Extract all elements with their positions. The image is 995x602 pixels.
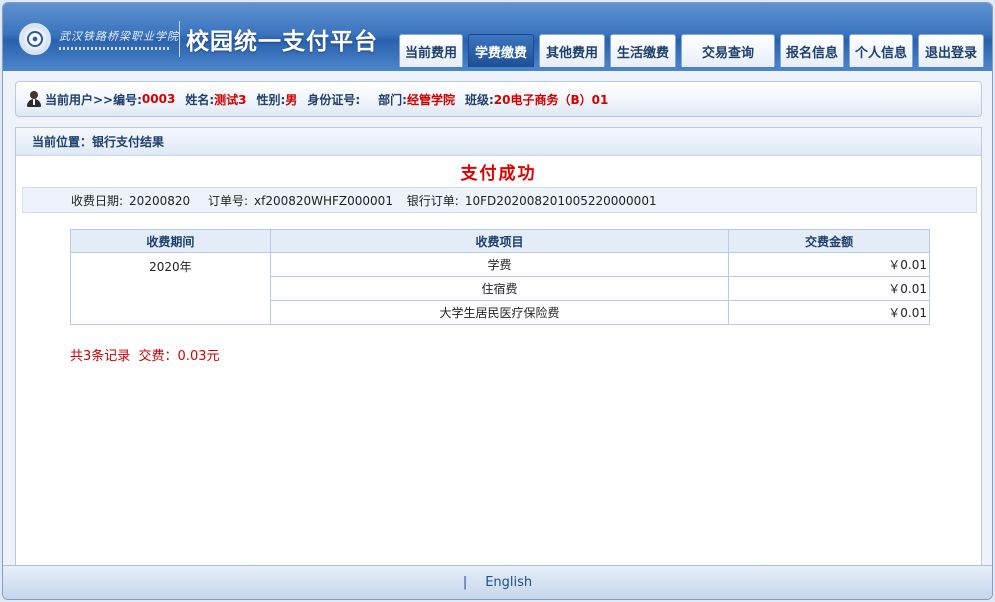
breadcrumb: 当前位置：银行支付结果 (16, 128, 981, 156)
fee-amount: ￥0.01 (728, 300, 930, 325)
tab-personal-info[interactable]: 个人信息 (849, 34, 913, 67)
bank-order-number: 10FD20200820100522000000​1 (464, 194, 657, 208)
user-name: 测试3 (214, 92, 247, 107)
tab-living-payment[interactable]: 生活缴费 (610, 34, 676, 67)
order-number: xf200820WHFZ000001 (254, 194, 393, 208)
english-link[interactable]: English (485, 575, 532, 590)
user-class-label: 班级: (464, 92, 494, 107)
payment-info-bar: 收费日期: 20200820 订单号: xf200820WHFZ000001 银行订… (22, 187, 977, 213)
main-content: 当前位置：银行支付结果 支付成功 收费日期: 20200820 订单号: xf200… (15, 127, 982, 567)
school-seal-icon (19, 23, 51, 55)
column-header-period: 收费期间 (70, 229, 271, 253)
tab-logout[interactable]: 退出登录 (918, 34, 984, 67)
fee-table: 收费期间 收费项目 交费金额 2020年 学费 ￥0.01 住宿费 ￥0.01 … (70, 229, 930, 325)
order-number-label: 订单号: (207, 194, 248, 208)
fee-amount: ￥0.01 (728, 276, 930, 301)
tab-current-fees[interactable]: 当前费用 (399, 34, 463, 67)
main-nav: 当前费用 学费缴费 其他费用 生活缴费 交易查询 报名信息 个人信息 退出登录 (399, 34, 984, 67)
user-icon (26, 91, 42, 107)
column-header-item: 收费项目 (269, 229, 730, 253)
header: 武汉铁路桥梁职业学院 校园统一支付平台 当前费用 学费缴费 其他费用 生活缴费 … (3, 3, 992, 71)
user-dept-label: 部门: (378, 92, 407, 107)
fee-item: 学费 (269, 252, 730, 277)
fee-period: 2020年 (70, 252, 271, 325)
tab-other-fees[interactable]: 其他费用 (539, 34, 605, 67)
platform-title: 校园统一支付平台 (186, 29, 378, 55)
user-name-label: 姓名: (185, 92, 215, 107)
charge-date-label: 收费日期: (71, 194, 124, 208)
logo-divider (179, 21, 180, 57)
footer-separator: | (462, 575, 468, 590)
school-name-english-stripe (59, 47, 169, 50)
column-header-amount: 交费金额 (728, 229, 930, 253)
user-class: 20电子商务（B）01 (493, 92, 609, 107)
user-dept: 经管学院 (406, 92, 455, 107)
logo: 武汉铁路桥梁职业学院 校园统一支付平台 (19, 19, 378, 59)
school-name-logo: 武汉铁路桥梁职业学院 (59, 25, 179, 53)
app-window: 武汉铁路桥梁职业学院 校园统一支付平台 当前费用 学费缴费 其他费用 生活缴费 … (2, 2, 993, 600)
school-name: 武汉铁路桥梁职业学院 (59, 30, 179, 43)
fee-item: 大学生居民医疗保险费 (269, 300, 730, 325)
tab-transaction-query[interactable]: 交易查询 (681, 34, 775, 67)
current-user-bar: 当前用户>>编号: 0003 姓名: 测试3 性别: 男 身份证号: 部门: 经… (15, 81, 982, 117)
user-gender-label: 性别: (256, 92, 286, 107)
table-header-row: 收费期间 收费项目 交费金额 (70, 229, 930, 253)
user-gender: 男 (285, 92, 298, 107)
user-id: 0003 (141, 92, 176, 106)
bank-order-label: 银行订单: (406, 194, 459, 208)
payment-result-title: 支付成功 (460, 164, 537, 184)
user-prefix-label: 当前用户>>编号: (45, 92, 142, 107)
charge-date: 20200820 (129, 194, 191, 208)
table-row: 2020年 学费 ￥0.01 (70, 252, 930, 325)
user-idcard-label: 身份证号: (307, 92, 361, 107)
fee-amount: ￥0.01 (728, 252, 930, 277)
fee-item: 住宿费 (269, 276, 730, 301)
tab-tuition-payment[interactable]: 学费缴费 (468, 34, 534, 67)
tab-registration-info[interactable]: 报名信息 (780, 34, 844, 67)
footer: | English (3, 565, 992, 599)
payment-summary: 共3条记录 交费：0.03元 (70, 349, 220, 364)
